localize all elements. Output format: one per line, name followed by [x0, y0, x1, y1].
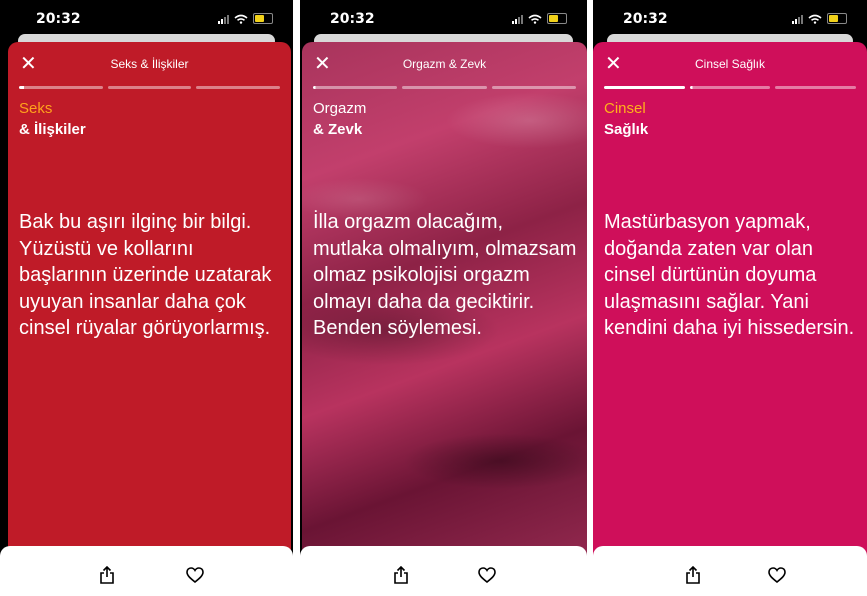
story-progress	[604, 86, 857, 89]
signal-icon	[512, 14, 523, 24]
story-text: İlla orgazm olacağım, mutlaka olmalıyım,…	[313, 211, 577, 339]
progress-segment	[689, 86, 771, 89]
category-subtitle: & Zevk	[313, 121, 363, 138]
story-card[interactable]: ✕ Cinsel Sağlık Cinsel Sağlık Mastürbasy…	[593, 42, 867, 566]
heart-icon[interactable]	[186, 567, 204, 583]
status-time: 20:32	[623, 11, 668, 27]
story-progress	[313, 86, 576, 89]
battery-icon	[827, 13, 847, 24]
wifi-icon	[528, 14, 542, 24]
progress-segment	[775, 86, 857, 89]
signal-icon	[218, 14, 229, 24]
share-icon[interactable]	[99, 566, 115, 584]
share-icon[interactable]	[393, 566, 409, 584]
close-icon[interactable]: ✕	[20, 54, 37, 74]
progress-segment	[19, 86, 103, 89]
phone-screen-1: 20:32 ✕ Seks & İlişkiler Seks & İlişkile…	[0, 0, 293, 596]
battery-icon	[547, 13, 567, 24]
story-card[interactable]: ✕ Seks & İlişkiler Seks & İlişkiler Bak …	[8, 42, 291, 566]
category-subtitle: & İlişkiler	[19, 121, 86, 138]
wifi-icon	[234, 14, 248, 24]
status-time: 20:32	[330, 11, 375, 27]
progress-segment	[196, 86, 281, 89]
bottom-bar	[593, 546, 867, 596]
header-title: Cinsel Sağlık	[694, 57, 766, 71]
status-time: 20:32	[36, 11, 81, 27]
bottom-bar	[0, 546, 293, 596]
bottom-bar	[300, 546, 587, 596]
battery-icon	[253, 13, 273, 24]
story-text: Bak bu aşırı ilginç bir bilgi. Yüzüstü v…	[19, 211, 272, 339]
phone-screen-3: 20:32 ✕ Cinsel Sağlık Cinsel Sağlık Mast…	[593, 0, 867, 596]
progress-segment	[313, 86, 398, 89]
category-title: Seks	[19, 100, 53, 117]
header-title: Seks & İlişkiler	[110, 57, 189, 71]
story-text: Mastürbasyon yapmak, doğanda zaten var o…	[604, 211, 855, 339]
story-card[interactable]: ✕ Orgazm & Zevk Orgazm & Zevk İlla orgaz…	[302, 42, 587, 566]
phone-screen-2: 20:32 ✕ Orgazm & Zevk Orgazm & Zevk İlla…	[300, 0, 587, 596]
progress-segment	[402, 86, 487, 89]
story-progress	[19, 86, 281, 89]
progress-segment	[107, 86, 192, 89]
progress-segment	[491, 86, 576, 89]
category-title: Orgazm	[313, 100, 367, 117]
close-icon[interactable]: ✕	[314, 54, 331, 74]
category-subtitle: Sağlık	[604, 121, 649, 138]
progress-segment	[604, 86, 685, 89]
close-icon[interactable]: ✕	[605, 54, 622, 74]
heart-icon[interactable]	[768, 567, 786, 583]
category-title: Cinsel	[604, 100, 646, 117]
wifi-icon	[808, 14, 822, 24]
header-title: Orgazm & Zevk	[402, 57, 487, 71]
share-icon[interactable]	[685, 566, 701, 584]
signal-icon	[792, 14, 803, 24]
heart-icon[interactable]	[478, 567, 496, 583]
